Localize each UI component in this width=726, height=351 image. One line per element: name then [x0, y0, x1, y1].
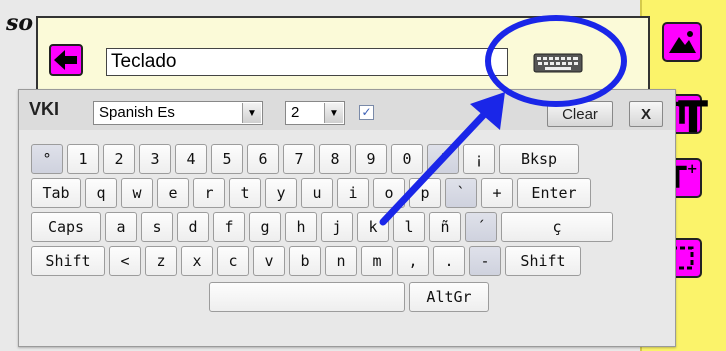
keyboard-key[interactable]: r: [193, 178, 225, 208]
clear-button[interactable]: Clear: [547, 101, 613, 127]
keyboard-key[interactable]: ': [427, 144, 459, 174]
keyboard-key[interactable]: h: [285, 212, 317, 242]
size-select-value: 2: [291, 104, 300, 121]
back-button[interactable]: [49, 44, 83, 76]
keyboard-key[interactable]: k: [357, 212, 389, 242]
keyboard-key[interactable]: z: [145, 246, 177, 276]
keyboard-key[interactable]: ,: [397, 246, 429, 276]
keyboard-key[interactable]: .: [433, 246, 465, 276]
keyboard-key[interactable]: u: [301, 178, 333, 208]
keyboard-key[interactable]: Tab: [31, 178, 81, 208]
mountain-image-icon: [669, 31, 696, 53]
chevron-down-icon: ▼: [324, 103, 343, 123]
keyboard-key[interactable]: f: [213, 212, 245, 242]
keyboard-key[interactable]: Shift: [505, 246, 581, 276]
virtual-keyboard: VKI Spanish Es ▼ 2 ▼ ✓ Clear X ° 1 2 3 4 5 6 7 8…: [18, 89, 676, 347]
keyboard-key[interactable]: e: [157, 178, 189, 208]
text-input-field[interactable]: [106, 48, 508, 76]
keyboard-key[interactable]: 2: [103, 144, 135, 174]
image-insert-button[interactable]: [662, 22, 702, 62]
keyboard-key[interactable]: 1: [67, 144, 99, 174]
keyboard-key[interactable]: g: [249, 212, 281, 242]
keyboard-key[interactable]: l: [393, 212, 425, 242]
keyboard-key[interactable]: -: [469, 246, 501, 276]
keyboard-key[interactable]: 8: [319, 144, 351, 174]
keyboard-key[interactable]: p: [409, 178, 441, 208]
keyboard-key[interactable]: Caps: [31, 212, 101, 242]
keyboard-key[interactable]: v: [253, 246, 285, 276]
keyboard-key[interactable]: ¡: [463, 144, 495, 174]
keyboard-title: VKI: [29, 99, 60, 119]
keyboard-key[interactable]: j: [321, 212, 353, 242]
keyboard-option-checkbox[interactable]: ✓: [359, 105, 374, 120]
keyboard-key[interactable]: [209, 282, 405, 312]
layout-select-value: Spanish Es: [99, 104, 175, 121]
keyboard-key[interactable]: +: [481, 178, 513, 208]
size-select[interactable]: 2 ▼: [285, 101, 345, 125]
keyboard-key[interactable]: n: [325, 246, 357, 276]
keyboard-key[interactable]: 5: [211, 144, 243, 174]
keyboard-key[interactable]: m: [361, 246, 393, 276]
keyboard-key[interactable]: 0: [391, 144, 423, 174]
plus-superscript: +: [686, 161, 698, 177]
keyboard-key[interactable]: q: [85, 178, 117, 208]
keyboard-key[interactable]: 3: [139, 144, 171, 174]
keyboard-key[interactable]: ´: [465, 212, 497, 242]
keyboard-key[interactable]: Enter: [517, 178, 591, 208]
keyboard-key[interactable]: AltGr: [409, 282, 489, 312]
keyboard-key[interactable]: 9: [355, 144, 387, 174]
keyboard-key[interactable]: t: [229, 178, 261, 208]
keyboard-key[interactable]: `: [445, 178, 477, 208]
keyboard-key[interactable]: ç: [501, 212, 613, 242]
left-arrow-icon: [54, 50, 77, 70]
keyboard-icon[interactable]: [533, 52, 583, 74]
keyboard-key[interactable]: s: [141, 212, 173, 242]
close-button[interactable]: X: [629, 101, 663, 127]
keyboard-key[interactable]: y: [265, 178, 297, 208]
background-fragment-text: so: [6, 10, 34, 36]
keyboard-key[interactable]: c: [217, 246, 249, 276]
keyboard-key[interactable]: w: [121, 178, 153, 208]
keyboard-key[interactable]: Bksp: [499, 144, 579, 174]
chevron-down-icon: ▼: [242, 103, 261, 123]
keyboard-key[interactable]: x: [181, 246, 213, 276]
keyboard-key[interactable]: °: [31, 144, 63, 174]
keyboard-key[interactable]: <: [109, 246, 141, 276]
keyboard-key[interactable]: 4: [175, 144, 207, 174]
keyboard-key[interactable]: ñ: [429, 212, 461, 242]
text-tool-glyph-peek: T: [678, 92, 709, 143]
keyboard-key[interactable]: a: [105, 212, 137, 242]
keyboard-key[interactable]: 6: [247, 144, 279, 174]
layout-select[interactable]: Spanish Es ▼: [93, 101, 263, 125]
keyboard-key[interactable]: d: [177, 212, 209, 242]
keyboard-key[interactable]: b: [289, 246, 321, 276]
keyboard-key[interactable]: o: [373, 178, 405, 208]
keyboard-key[interactable]: 7: [283, 144, 315, 174]
keyboard-header: VKI Spanish Es ▼ 2 ▼ ✓ Clear X: [19, 90, 675, 130]
keyboard-key[interactable]: Shift: [31, 246, 105, 276]
keyboard-key[interactable]: i: [337, 178, 369, 208]
